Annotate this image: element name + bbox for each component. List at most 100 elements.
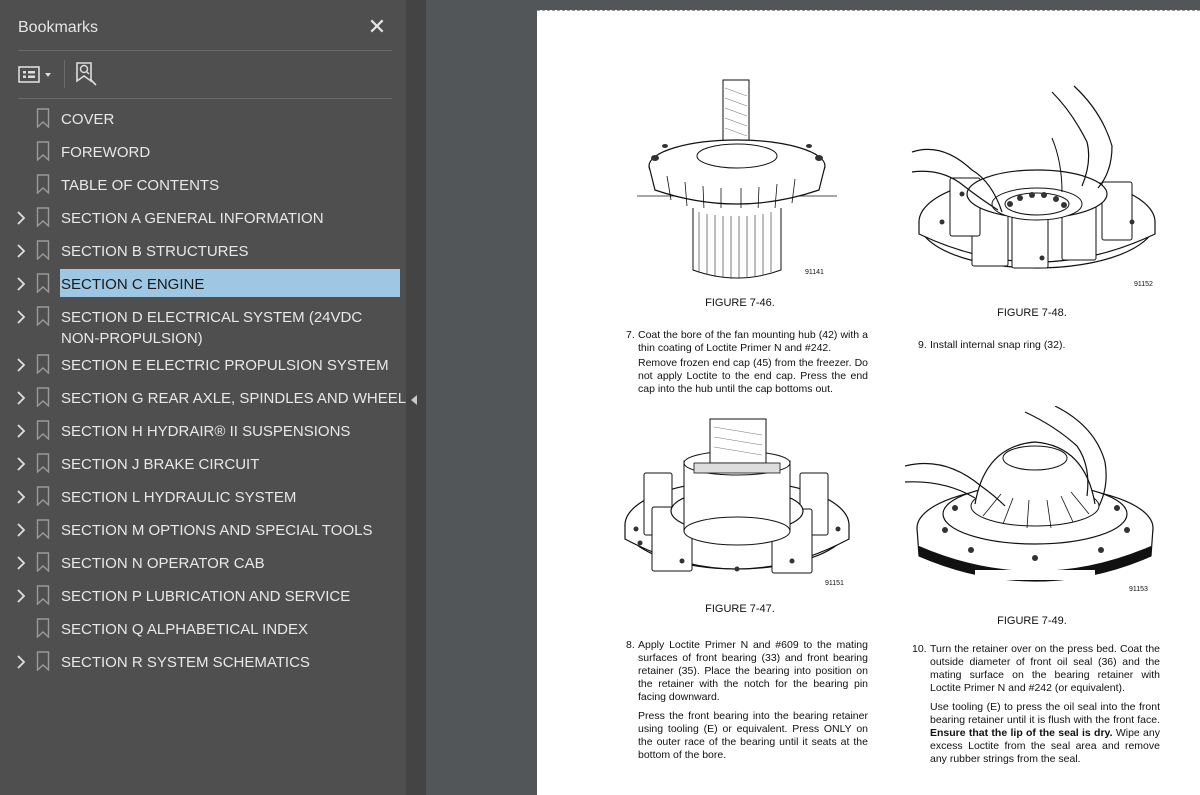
chevron-right-icon[interactable] (14, 589, 28, 603)
figure-number: 91152 (1134, 281, 1153, 288)
step-number: 8. (626, 639, 635, 651)
bookmark-icon (36, 486, 50, 506)
bookmark-label: SECTION B STRUCTURES (61, 243, 249, 260)
find-current-bookmark-icon (76, 62, 97, 86)
bookmark-options-icon (18, 66, 51, 83)
bookmark-item[interactable]: SECTION A GENERAL INFORMATION (0, 203, 406, 233)
chevron-right-icon[interactable] (14, 523, 28, 537)
bookmark-item[interactable]: SECTION Q ALPHABETICAL INDEX (0, 614, 406, 644)
step-text: Turn the retainer over on the press bed.… (930, 643, 1160, 694)
bookmark-icon (36, 420, 50, 440)
bookmark-item[interactable]: COVER (0, 104, 406, 134)
bookmark-icon (36, 651, 50, 671)
bookmark-item[interactable]: TABLE OF CONTENTS (0, 170, 406, 200)
step-7: 7. Coat the bore of the fan mounting hub… (626, 329, 868, 396)
bookmark-icon (36, 618, 50, 638)
document-page: 91141 FIGURE 7-46. 91152 FIGURE 7-48. 7. (537, 10, 1200, 795)
bookmark-icon (36, 387, 50, 407)
chevron-right-icon[interactable] (14, 244, 28, 258)
figure-7-48-illustration (911, 85, 1156, 269)
bookmark-item[interactable]: SECTION C ENGINE (0, 269, 406, 299)
figure-caption: FIGURE 7-48. (997, 307, 1067, 319)
bookmark-label: SECTION P LUBRICATION AND SERVICE (61, 588, 351, 605)
bookmark-item[interactable]: SECTION E ELECTRIC PROPULSION SYSTEM (0, 350, 406, 380)
bookmark-label: SECTION N OPERATOR CAB (61, 555, 265, 572)
divider (18, 98, 392, 99)
figure-7-47-illustration (624, 418, 850, 574)
divider (18, 50, 392, 51)
bookmark-item[interactable]: SECTION N OPERATOR CAB (0, 548, 406, 578)
bookmark-label: SECTION G REAR AXLE, SPINDLES AND WHEELS (61, 390, 417, 407)
collapse-panel-icon[interactable] (411, 395, 417, 405)
bookmarks-panel: Bookmarks ✕ COVER FOREWORD TABLE OF CONTEN… (0, 0, 416, 795)
bookmark-label: SECTION M OPTIONS AND SPECIAL TOOLS (61, 522, 373, 539)
bookmark-label: SECTION C ENGINE (61, 276, 205, 293)
panel-title: Bookmarks (18, 19, 99, 36)
figure-7-49-illustration (905, 406, 1154, 582)
bookmark-label: SECTION H HYDRAIR® II SUSPENSIONS (61, 423, 351, 440)
bookmark-label: SECTION E ELECTRIC PROPULSION SYSTEM (61, 357, 389, 374)
bookmark-icon (36, 141, 50, 161)
bookmark-icon (36, 453, 50, 473)
close-icon[interactable]: ✕ (366, 16, 388, 38)
bookmark-label: SECTION Q ALPHABETICAL INDEX (61, 621, 309, 638)
bookmark-item[interactable]: SECTION P LUBRICATION AND SERVICE (0, 581, 406, 611)
step-number: 7. (626, 329, 635, 341)
step-text: Apply Loctite Primer N and #609 to the m… (638, 639, 868, 703)
bookmark-label: SECTION J BRAKE CIRCUIT (61, 456, 260, 473)
chevron-right-icon[interactable] (14, 556, 28, 570)
bookmark-label: COVER (61, 111, 115, 128)
bookmark-label: NON-PROPULSION) (61, 330, 203, 347)
figure-caption: FIGURE 7-47. (705, 603, 775, 615)
bookmark-icon (36, 552, 50, 572)
bookmark-item[interactable]: SECTION R SYSTEM SCHEMATICS (0, 647, 406, 677)
bookmark-icon (36, 354, 50, 374)
figure-number: 91153 (1129, 586, 1148, 593)
bookmark-label: SECTION R SYSTEM SCHEMATICS (61, 654, 310, 671)
chevron-right-icon[interactable] (14, 655, 28, 669)
bookmark-item[interactable]: SECTION H HYDRAIR® II SUSPENSIONS (0, 416, 406, 446)
step-8: 8. Apply Loctite Primer N and #609 to th… (626, 639, 868, 762)
step-text: Press the front bearing into the bearing… (638, 710, 868, 761)
step-text: Remove frozen end cap (45) from the free… (638, 357, 868, 395)
chevron-right-icon[interactable] (14, 358, 28, 372)
bookmark-icon (36, 519, 50, 539)
bookmark-item[interactable]: SECTION L HYDRAULIC SYSTEM (0, 482, 406, 512)
bookmark-item[interactable]: SECTION J BRAKE CIRCUIT (0, 449, 406, 479)
figure-7-46-illustration (637, 79, 837, 279)
chevron-right-icon[interactable] (14, 490, 28, 504)
chevron-right-icon[interactable] (14, 310, 28, 324)
bookmark-options-button[interactable] (18, 62, 56, 86)
bookmark-item[interactable]: FOREWORD (0, 137, 406, 167)
bookmark-label: FOREWORD (61, 144, 151, 161)
step-text: Install internal snap ring (32). (930, 339, 1066, 351)
step-9: 9. Install internal snap ring (32). (918, 339, 1168, 352)
find-current-bookmark-button[interactable] (74, 61, 98, 87)
bookmark-item[interactable]: SECTION G REAR AXLE, SPINDLES AND WHEELS (0, 383, 416, 413)
step-text: Coat the bore of the fan mounting hub (4… (638, 329, 868, 354)
chevron-right-icon[interactable] (14, 457, 28, 471)
step-number: 9. (918, 339, 927, 351)
bookmark-icon (36, 273, 50, 293)
bookmark-icon (36, 240, 50, 260)
page-top-edge (537, 10, 1200, 11)
bookmark-item[interactable]: SECTION M OPTIONS AND SPECIAL TOOLS (0, 515, 406, 545)
bookmark-item[interactable]: SECTION D ELECTRICAL SYSTEM (24VDC NON-PR… (0, 302, 406, 348)
bookmark-item[interactable]: SECTION B STRUCTURES (0, 236, 406, 266)
chevron-right-icon[interactable] (14, 424, 28, 438)
step-text-emphasis: Ensure that the lip of the seal is dry. (930, 727, 1113, 739)
bookmark-label: TABLE OF CONTENTS (61, 177, 220, 194)
toolbar-separator (64, 60, 65, 88)
bookmark-icon (36, 174, 50, 194)
step-10: 10. Turn the retainer over on the press … (912, 643, 1160, 766)
figure-number: 91141 (805, 269, 824, 276)
bookmark-label: SECTION D ELECTRICAL SYSTEM (24VDC (61, 309, 363, 326)
chevron-right-icon[interactable] (14, 391, 28, 405)
bookmark-icon (36, 108, 50, 128)
bookmark-icon (36, 585, 50, 605)
step-number: 10. (912, 643, 927, 655)
bookmark-label: SECTION L HYDRAULIC SYSTEM (61, 489, 297, 506)
chevron-right-icon[interactable] (14, 211, 28, 225)
step-text: Use tooling (E) to press the oil seal in… (930, 701, 1160, 726)
chevron-right-icon[interactable] (14, 277, 28, 291)
